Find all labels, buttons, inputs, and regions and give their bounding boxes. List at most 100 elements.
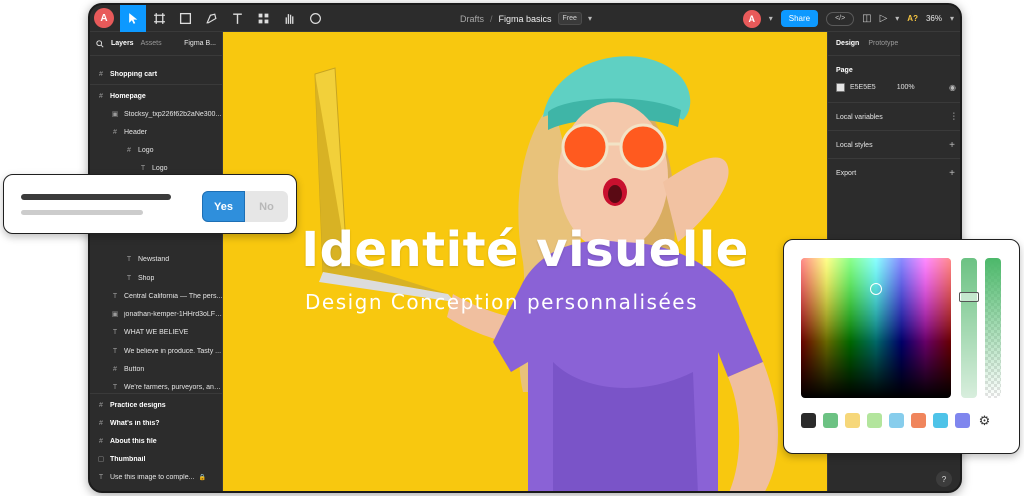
image-layer-icon: ▣ (111, 311, 119, 318)
chevron-down-icon[interactable]: ▾ (769, 14, 773, 23)
tab-prototype[interactable]: Prototype (868, 40, 898, 47)
file-name[interactable]: Figma basics (499, 14, 552, 24)
page-opacity[interactable]: 100% (897, 84, 915, 91)
tab-assets[interactable]: Assets (141, 40, 162, 47)
play-icon[interactable]: ▷ (880, 13, 888, 24)
layer-row[interactable]: # Button (90, 360, 223, 378)
layer-row[interactable]: T Central California — The pers... (90, 287, 223, 305)
frame-layer-icon: # (99, 437, 103, 445)
layer-row[interactable]: # Practice designs (90, 396, 223, 414)
layer-label: Button (124, 365, 145, 373)
layer-label: Homepage (110, 92, 146, 100)
toolbar: A Drafts / Figma basics Free ▾ A ▾ Share… (90, 5, 960, 32)
layer-row[interactable]: # Header (90, 123, 223, 141)
page-selector[interactable]: Figma B... (184, 40, 216, 47)
library-icon[interactable]: ◫ (862, 13, 871, 24)
share-button[interactable]: Share (780, 10, 819, 27)
hand-tool[interactable] (276, 5, 302, 32)
layer-row[interactable]: ▢ Thumbnail (90, 450, 223, 468)
plus-icon[interactable]: + (949, 140, 955, 151)
comment-tool[interactable] (302, 5, 328, 32)
preset-swatch[interactable] (801, 413, 816, 428)
color-handle[interactable] (870, 283, 882, 295)
canvas[interactable]: Identité visuelle Design Conception pers… (223, 32, 827, 491)
preset-swatch[interactable] (933, 413, 948, 428)
avatar[interactable]: A (742, 9, 761, 28)
chevron-down-icon[interactable]: ▾ (588, 14, 592, 23)
eye-icon[interactable]: ◉ (949, 83, 956, 92)
layer-row[interactable]: T We believe in produce. Tasty ... (90, 342, 223, 360)
plus-icon[interactable]: + (949, 168, 955, 179)
search-icon[interactable] (96, 39, 104, 48)
local-styles-section[interactable]: Local styles + (828, 135, 960, 155)
layer-row[interactable]: ▣ jonathan-kemper-1HHrd3oLFp... (90, 305, 223, 323)
preset-swatch[interactable] (823, 413, 838, 428)
pen-tool[interactable] (198, 5, 224, 32)
preset-swatch[interactable] (867, 413, 882, 428)
text-tool[interactable] (224, 5, 250, 32)
figma-menu-icon: A (100, 12, 108, 24)
layer-row[interactable]: T Shop (90, 269, 223, 287)
layer-label: Use this image to comple... (110, 473, 195, 481)
hero-subtitle: Design Conception personnalisées (305, 290, 698, 314)
layer-row[interactable]: T Newstand (90, 250, 223, 268)
layer-label: We're farmers, purveyors, and... (124, 383, 223, 391)
placeholder-text-line (21, 194, 171, 200)
layer-label: Logo (152, 164, 168, 172)
frame-layer-icon: # (99, 401, 103, 409)
chevron-down-icon[interactable]: ▾ (950, 14, 954, 23)
layer-row[interactable]: # What's in this? (90, 414, 223, 432)
layers-panel-tabs: Layers Assets Figma B... (90, 32, 222, 56)
layer-row[interactable]: # Shopping cart (90, 65, 223, 83)
page-color-swatch[interactable] (836, 82, 845, 92)
layer-row[interactable]: ▣ Stocksy_txp226f62b2aNe300... (90, 105, 223, 123)
lock-icon[interactable]: 🔒 (200, 492, 207, 494)
layer-row[interactable]: # Homepage (90, 87, 223, 105)
local-variables-section[interactable]: Local variables ⫶ (828, 107, 960, 127)
layer-label: Design your own card here! (110, 492, 196, 494)
lock-icon[interactable]: 🔒 (198, 474, 205, 481)
layer-row[interactable]: # Logo (90, 141, 223, 159)
page-color-hex[interactable]: E5E5E5 (850, 84, 876, 91)
help-button[interactable]: ? (936, 471, 952, 487)
preset-swatch[interactable] (845, 413, 860, 428)
sliders-icon[interactable]: ⫶ (953, 112, 956, 123)
breadcrumb-folder[interactable]: Drafts (460, 14, 484, 24)
shape-tool[interactable] (172, 5, 198, 32)
preset-swatch[interactable] (889, 413, 904, 428)
layer-row[interactable]: T WHAT WE BELIEVE (90, 323, 223, 341)
saturation-value-area[interactable] (801, 258, 951, 398)
hue-slider[interactable] (961, 258, 977, 398)
main-menu-button[interactable]: A (94, 8, 114, 28)
hue-slider-handle[interactable] (959, 292, 979, 302)
frame-layer-icon: # (127, 146, 131, 154)
preset-swatch[interactable] (955, 413, 970, 428)
zoom-level[interactable]: 36% (926, 14, 942, 23)
chevron-down-icon[interactable]: ▾ (895, 14, 899, 23)
yes-button[interactable]: Yes (202, 191, 245, 222)
tab-design[interactable]: Design (836, 40, 859, 47)
page-fill-row[interactable]: E5E5E5 100% ◉ (836, 80, 956, 94)
page-section-title: Page (836, 66, 853, 74)
ai-badge[interactable]: A? (907, 14, 918, 23)
gear-icon[interactable]: ⚙ (977, 413, 992, 428)
no-button[interactable]: No (245, 191, 288, 222)
layer-label: Thumbnail (110, 455, 146, 463)
move-tool[interactable] (120, 5, 146, 32)
tab-layers[interactable]: Layers (111, 40, 134, 47)
frame-layer-icon: # (99, 419, 103, 427)
export-section[interactable]: Export + (828, 163, 960, 183)
layer-row[interactable]: # About this file (90, 432, 223, 450)
layer-row[interactable]: T Use this image to comple... 🔒 (90, 468, 223, 486)
dev-mode-toggle[interactable]: </> (826, 11, 855, 26)
preset-swatch[interactable] (911, 413, 926, 428)
opacity-slider[interactable] (985, 258, 1001, 398)
breadcrumb-separator: / (490, 13, 493, 24)
text-layer-icon: T (126, 274, 132, 282)
frame-layer-icon: # (113, 128, 117, 136)
frame-tool[interactable] (146, 5, 172, 32)
text-layer-icon: T (112, 347, 118, 355)
layer-row[interactable]: T Design your own card here! 🔒 (90, 486, 223, 494)
yes-no-toggle: Yes No (202, 191, 288, 222)
resources-tool[interactable] (250, 5, 276, 32)
